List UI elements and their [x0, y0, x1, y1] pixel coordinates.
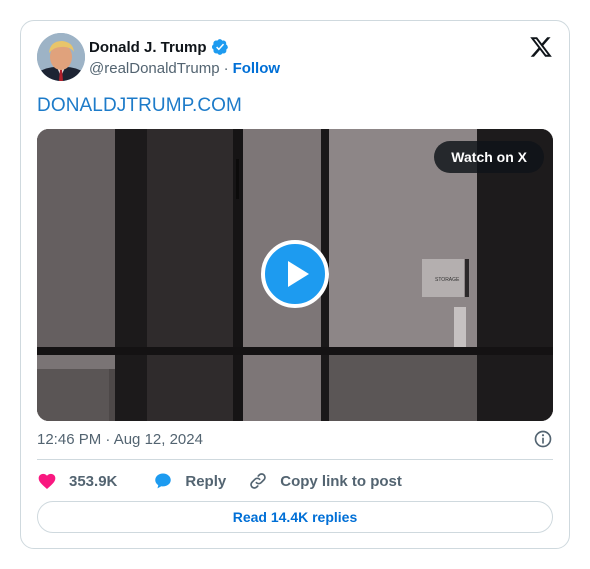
link-icon — [250, 473, 267, 489]
author-handle[interactable]: @realDonaldTrump — [89, 60, 220, 77]
info-icon[interactable] — [533, 429, 553, 449]
action-bar: 353.9K Reply Copy link to post — [37, 469, 402, 493]
like-button[interactable]: 353.9K — [37, 471, 117, 491]
like-count: 353.9K — [69, 472, 118, 490]
play-icon[interactable] — [261, 240, 329, 308]
embedded-post-card: Donald J. Trump @realDonaldTrump · Follo… — [20, 20, 570, 549]
video-player[interactable]: STORAGE Watch on X — [37, 129, 553, 421]
watch-on-x-button[interactable]: Watch on X — [434, 141, 544, 173]
avatar[interactable] — [37, 33, 85, 81]
author-display-name[interactable]: Donald J. Trump — [89, 39, 207, 56]
copy-link-button[interactable]: Copy link to post — [248, 471, 402, 491]
divider — [37, 459, 553, 460]
read-replies-button[interactable]: Read 14.4K replies — [37, 501, 553, 533]
reply-button[interactable]: Reply — [153, 471, 226, 491]
post-timestamp[interactable]: 12:46 PM · Aug 12, 2024 — [37, 431, 203, 448]
post-link[interactable]: DONALDJTRUMP.COM — [37, 95, 242, 117]
copy-link-label: Copy link to post — [280, 472, 402, 490]
verified-badge-icon — [211, 39, 228, 55]
reply-label: Reply — [185, 472, 227, 490]
heart-icon — [38, 473, 56, 489]
storage-sign-label: STORAGE — [435, 277, 460, 283]
separator-dot: · — [223, 60, 229, 77]
follow-button[interactable]: Follow — [233, 60, 281, 77]
speech-bubble-icon — [155, 473, 172, 489]
x-logo-icon[interactable] — [529, 35, 553, 59]
